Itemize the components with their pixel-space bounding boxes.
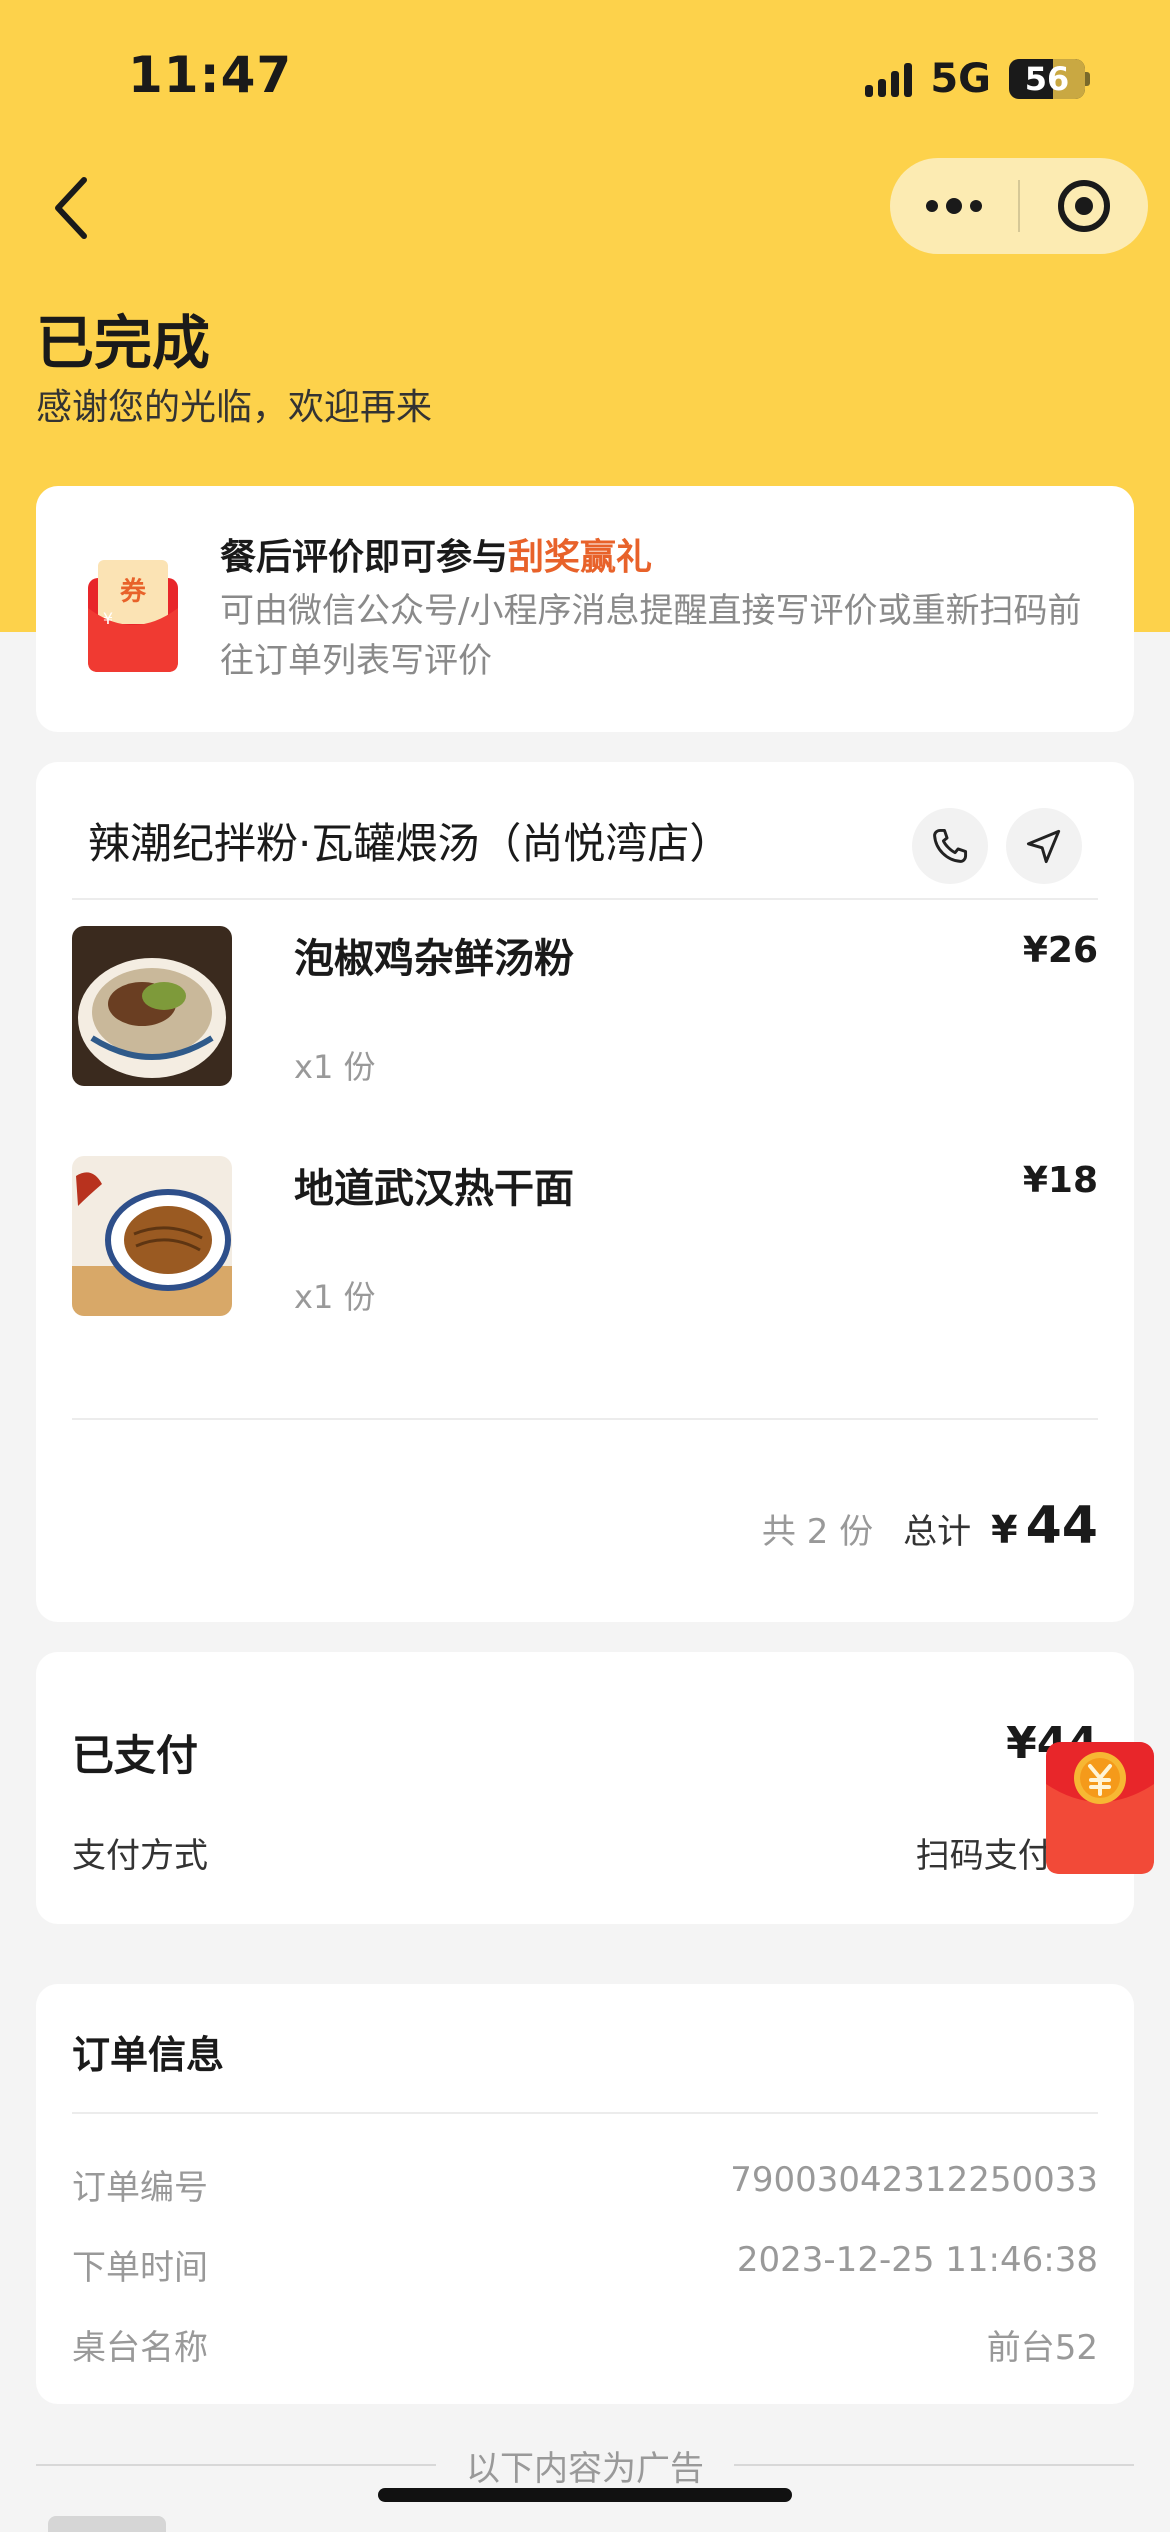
info-key: 桌台名称	[72, 2328, 208, 2368]
promo-title-prefix: 餐后评价即可参与	[220, 537, 509, 578]
network-label: 5G	[930, 56, 991, 102]
dish-image-hot-dry-noodles	[72, 1156, 232, 1316]
dish-image-paojiao-noodles	[72, 926, 232, 1086]
item-name: 泡椒鸡杂鲜汤粉	[294, 936, 574, 982]
review-promo-card[interactable]: 券 ¥ 餐后评价即可参与刮奖赢礼 可由微信公众号/小程序消息提醒直接写评价或重新…	[36, 486, 1134, 732]
ad-divider: 以下内容为广告	[36, 2440, 1134, 2490]
call-button[interactable]	[912, 808, 988, 884]
promo-description: 可由微信公众号/小程序消息提醒直接写评价或重新扫码前往订单列表写评价	[220, 591, 1082, 681]
order-status-title: 已完成	[36, 309, 211, 377]
total-amount: 44	[1025, 1496, 1098, 1556]
svg-text:¥: ¥	[103, 609, 113, 628]
item-quantity: x1 份	[294, 1048, 376, 1086]
payment-method-label: 支付方式	[72, 1836, 208, 1876]
divider	[72, 2112, 1098, 2114]
promo-title-highlight: 刮奖赢礼	[508, 537, 653, 578]
order-item: 泡椒鸡杂鲜汤粉 ¥26 x1 份	[72, 926, 1098, 1086]
close-button[interactable]	[1020, 158, 1148, 254]
battery-icon: 56	[1009, 59, 1090, 99]
payment-card: 已支付 ¥44 支付方式 扫码支付-微	[36, 1652, 1134, 1924]
divider	[72, 898, 1098, 900]
close-target-icon	[1058, 180, 1110, 232]
ad-tag	[48, 2516, 166, 2532]
coupon-envelope-icon: 券 ¥	[84, 556, 182, 676]
item-price: ¥26	[1022, 930, 1098, 971]
info-key: 下单时间	[72, 2248, 208, 2288]
mini-program-capsule	[890, 158, 1148, 254]
red-packet-float-button[interactable]	[1044, 1738, 1156, 1878]
divider	[72, 1418, 1098, 1420]
info-value[interactable]: 79003042312250033	[730, 2160, 1098, 2200]
order-card: 辣潮纪拌粉·瓦罐煨汤（尚悦湾店） 泡椒鸡杂鲜汤粉 ¥26 x1 份 地道武汉热干…	[36, 762, 1134, 1622]
order-info-title: 订单信息	[72, 2033, 225, 2077]
item-count: 共 2 份	[761, 1512, 874, 1552]
payment-status: 已支付	[72, 1731, 199, 1780]
order-status-subtitle: 感谢您的光临，欢迎再来	[36, 387, 433, 428]
info-row-order-number: 订单编号 79003042312250033	[72, 2160, 1098, 2210]
info-value: 2023-12-25 11:46:38	[736, 2240, 1098, 2280]
item-quantity: x1 份	[294, 1278, 376, 1316]
info-row-order-time: 下单时间 2023-12-25 11:46:38	[72, 2240, 1098, 2290]
info-key: 订单编号	[72, 2168, 208, 2208]
more-button[interactable]	[890, 158, 1018, 254]
signal-icon	[865, 61, 913, 97]
promo-title: 餐后评价即可参与刮奖赢礼	[220, 528, 652, 580]
ad-divider-text: 以下内容为广告	[466, 2448, 704, 2489]
svg-text:券: 券	[120, 577, 147, 607]
back-button[interactable]	[40, 168, 104, 248]
status-bar: 11:47 5G 56	[0, 0, 1170, 150]
home-indicator	[378, 2488, 792, 2502]
total-label: 总计	[903, 1512, 972, 1552]
red-packet-icon	[1046, 1742, 1154, 1874]
status-indicators: 5G 56	[865, 56, 1090, 102]
navigate-button[interactable]	[1006, 808, 1082, 884]
info-row-table-name: 桌台名称 前台52	[72, 2320, 1098, 2370]
info-value: 前台52	[986, 2328, 1098, 2368]
order-info-card: 订单信息 订单编号 79003042312250033 下单时间 2023-12…	[36, 1984, 1134, 2404]
status-time: 11:47	[128, 46, 293, 104]
item-price: ¥18	[1022, 1160, 1098, 1201]
order-summary: 共 2 份 总计 ¥ 44	[762, 1496, 1098, 1556]
phone-icon	[933, 828, 968, 863]
chevron-left-icon	[55, 177, 87, 239]
navigation-arrow-icon	[1026, 829, 1061, 864]
currency-symbol: ¥	[991, 1508, 1018, 1552]
battery-level: 56	[1024, 60, 1070, 98]
shop-name[interactable]: 辣潮纪拌粉·瓦罐煨汤（尚悦湾店）	[88, 810, 731, 871]
order-item: 地道武汉热干面 ¥18 x1 份	[72, 1156, 1098, 1316]
item-name: 地道武汉热干面	[294, 1166, 574, 1212]
